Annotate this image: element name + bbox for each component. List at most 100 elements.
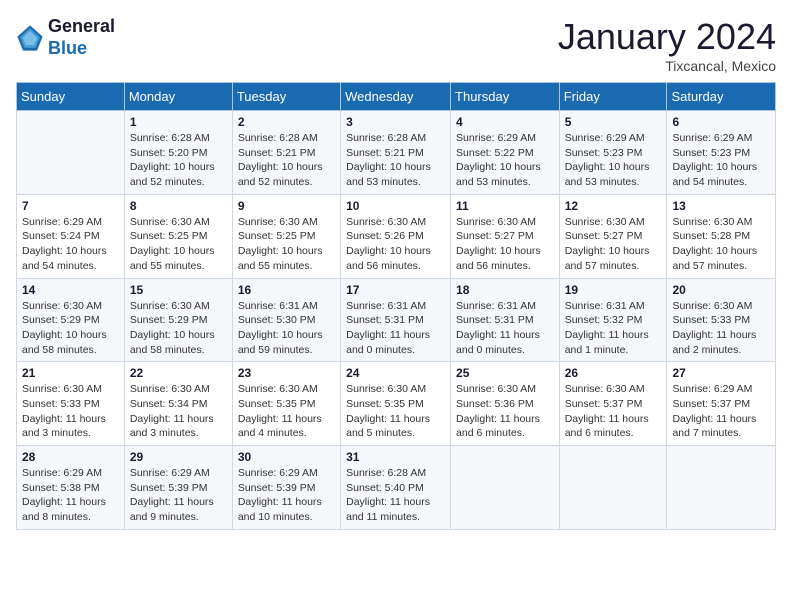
day-info: Sunrise: 6:30 AM Sunset: 5:33 PM Dayligh…	[22, 382, 119, 441]
day-number: 13	[672, 199, 770, 213]
calendar-cell: 4Sunrise: 6:29 AM Sunset: 5:22 PM Daylig…	[451, 111, 560, 195]
day-info: Sunrise: 6:30 AM Sunset: 5:26 PM Dayligh…	[346, 215, 445, 274]
logo: General Blue	[16, 16, 115, 59]
day-info: Sunrise: 6:28 AM Sunset: 5:21 PM Dayligh…	[346, 131, 445, 190]
calendar-cell: 28 Sunrise: 6:29 AM Sunset: 5:38 PM Dayli…	[17, 446, 125, 530]
calendar-cell: 16 Sunrise: 6:31 AM Sunset: 5:30 PM Dayli…	[232, 278, 340, 362]
day-number: 28	[22, 450, 119, 464]
day-info: Sunrise: 6:30 AM Sunset: 5:25 PM Dayligh…	[238, 215, 335, 274]
day-number: 12	[565, 199, 662, 213]
day-info: Sunrise: 6:28 AM Sunset: 5:40 PM Dayligh…	[346, 466, 445, 525]
weekday-header: Saturday	[667, 83, 776, 111]
weekday-header: Thursday	[451, 83, 560, 111]
day-info: Sunrise: 6:30 AM Sunset: 5:35 PM Dayligh…	[238, 382, 335, 441]
calendar-cell	[451, 446, 560, 530]
calendar-cell: 29Sunrise: 6:29 AM Sunset: 5:39 PM Dayli…	[124, 446, 232, 530]
day-info: Sunrise: 6:30 AM Sunset: 5:29 PM Dayligh…	[22, 299, 119, 358]
logo-icon	[16, 24, 44, 52]
calendar-cell: 27Sunrise: 6:29 AM Sunset: 5:37 PM Dayli…	[667, 362, 776, 446]
day-info: Sunrise: 6:29 AM Sunset: 5:23 PM Dayligh…	[672, 131, 770, 190]
day-info: Sunrise: 6:30 AM Sunset: 5:33 PM Dayligh…	[672, 299, 770, 358]
day-info: Sunrise: 6:31 AM Sunset: 5:31 PM Dayligh…	[346, 299, 445, 358]
weekday-header: Sunday	[17, 83, 125, 111]
logo-line2: Blue	[48, 38, 115, 60]
day-info: Sunrise: 6:29 AM Sunset: 5:22 PM Dayligh…	[456, 131, 554, 190]
calendar-cell: 21 Sunrise: 6:30 AM Sunset: 5:33 PM Dayli…	[17, 362, 125, 446]
calendar-cell: 3 Sunrise: 6:28 AM Sunset: 5:21 PM Daylig…	[341, 111, 451, 195]
day-info: Sunrise: 6:30 AM Sunset: 5:37 PM Dayligh…	[565, 382, 662, 441]
calendar-table: SundayMondayTuesdayWednesdayThursdayFrid…	[16, 82, 776, 530]
day-info: Sunrise: 6:30 AM Sunset: 5:35 PM Dayligh…	[346, 382, 445, 441]
month-title: January 2024	[558, 16, 776, 58]
calendar-week-row: 21 Sunrise: 6:30 AM Sunset: 5:33 PM Dayli…	[17, 362, 776, 446]
day-number: 3	[346, 115, 445, 129]
weekday-header: Friday	[559, 83, 667, 111]
day-info: Sunrise: 6:28 AM Sunset: 5:21 PM Dayligh…	[238, 131, 335, 190]
day-info: Sunrise: 6:30 AM Sunset: 5:27 PM Dayligh…	[565, 215, 662, 274]
calendar-week-row: 28 Sunrise: 6:29 AM Sunset: 5:38 PM Dayli…	[17, 446, 776, 530]
day-number: 9	[238, 199, 335, 213]
calendar-cell: 2 Sunrise: 6:28 AM Sunset: 5:21 PM Daylig…	[232, 111, 340, 195]
calendar-cell: 22Sunrise: 6:30 AM Sunset: 5:34 PM Dayli…	[124, 362, 232, 446]
weekday-header: Monday	[124, 83, 232, 111]
title-block: January 2024 Tixcancal, Mexico	[558, 16, 776, 74]
day-number: 2	[238, 115, 335, 129]
weekday-header: Wednesday	[341, 83, 451, 111]
calendar-cell: 19Sunrise: 6:31 AM Sunset: 5:32 PM Dayli…	[559, 278, 667, 362]
calendar-cell	[667, 446, 776, 530]
calendar-cell	[17, 111, 125, 195]
day-number: 24	[346, 366, 445, 380]
day-info: Sunrise: 6:30 AM Sunset: 5:25 PM Dayligh…	[130, 215, 227, 274]
calendar-cell: 24 Sunrise: 6:30 AM Sunset: 5:35 PM Dayli…	[341, 362, 451, 446]
page-header: General Blue January 2024 Tixcancal, Mex…	[16, 16, 776, 74]
calendar-cell: 5Sunrise: 6:29 AM Sunset: 5:23 PM Daylig…	[559, 111, 667, 195]
day-number: 18	[456, 283, 554, 297]
calendar-header-row: SundayMondayTuesdayWednesdayThursdayFrid…	[17, 83, 776, 111]
calendar-cell: 6 Sunrise: 6:29 AM Sunset: 5:23 PM Daylig…	[667, 111, 776, 195]
day-number: 21	[22, 366, 119, 380]
day-number: 23	[238, 366, 335, 380]
day-info: Sunrise: 6:29 AM Sunset: 5:24 PM Dayligh…	[22, 215, 119, 274]
day-info: Sunrise: 6:30 AM Sunset: 5:28 PM Dayligh…	[672, 215, 770, 274]
day-number: 29	[130, 450, 227, 464]
day-info: Sunrise: 6:31 AM Sunset: 5:30 PM Dayligh…	[238, 299, 335, 358]
calendar-cell: 15 Sunrise: 6:30 AM Sunset: 5:29 PM Dayli…	[124, 278, 232, 362]
location: Tixcancal, Mexico	[558, 58, 776, 74]
day-info: Sunrise: 6:31 AM Sunset: 5:32 PM Dayligh…	[565, 299, 662, 358]
day-info: Sunrise: 6:30 AM Sunset: 5:36 PM Dayligh…	[456, 382, 554, 441]
calendar-cell: 7Sunrise: 6:29 AM Sunset: 5:24 PM Daylig…	[17, 194, 125, 278]
day-number: 20	[672, 283, 770, 297]
day-info: Sunrise: 6:31 AM Sunset: 5:31 PM Dayligh…	[456, 299, 554, 358]
day-number: 8	[130, 199, 227, 213]
day-info: Sunrise: 6:30 AM Sunset: 5:34 PM Dayligh…	[130, 382, 227, 441]
day-number: 16	[238, 283, 335, 297]
day-number: 15	[130, 283, 227, 297]
calendar-cell: 14 Sunrise: 6:30 AM Sunset: 5:29 PM Dayli…	[17, 278, 125, 362]
day-number: 30	[238, 450, 335, 464]
day-number: 17	[346, 283, 445, 297]
calendar-week-row: 14 Sunrise: 6:30 AM Sunset: 5:29 PM Dayli…	[17, 278, 776, 362]
calendar-cell: 17 Sunrise: 6:31 AM Sunset: 5:31 PM Dayli…	[341, 278, 451, 362]
day-info: Sunrise: 6:29 AM Sunset: 5:38 PM Dayligh…	[22, 466, 119, 525]
day-info: Sunrise: 6:29 AM Sunset: 5:37 PM Dayligh…	[672, 382, 770, 441]
day-number: 11	[456, 199, 554, 213]
calendar-cell	[559, 446, 667, 530]
day-number: 26	[565, 366, 662, 380]
day-number: 31	[346, 450, 445, 464]
calendar-cell: 20 Sunrise: 6:30 AM Sunset: 5:33 PM Dayli…	[667, 278, 776, 362]
day-number: 6	[672, 115, 770, 129]
day-info: Sunrise: 6:30 AM Sunset: 5:29 PM Dayligh…	[130, 299, 227, 358]
day-info: Sunrise: 6:29 AM Sunset: 5:39 PM Dayligh…	[238, 466, 335, 525]
calendar-cell: 11Sunrise: 6:30 AM Sunset: 5:27 PM Dayli…	[451, 194, 560, 278]
day-info: Sunrise: 6:28 AM Sunset: 5:20 PM Dayligh…	[130, 131, 227, 190]
day-number: 10	[346, 199, 445, 213]
calendar-cell: 13 Sunrise: 6:30 AM Sunset: 5:28 PM Dayli…	[667, 194, 776, 278]
calendar-week-row: 1Sunrise: 6:28 AM Sunset: 5:20 PM Daylig…	[17, 111, 776, 195]
calendar-cell: 8 Sunrise: 6:30 AM Sunset: 5:25 PM Daylig…	[124, 194, 232, 278]
calendar-cell: 26 Sunrise: 6:30 AM Sunset: 5:37 PM Dayli…	[559, 362, 667, 446]
day-number: 14	[22, 283, 119, 297]
calendar-cell: 23 Sunrise: 6:30 AM Sunset: 5:35 PM Dayli…	[232, 362, 340, 446]
logo-text-block: General Blue	[48, 16, 115, 59]
weekday-header: Tuesday	[232, 83, 340, 111]
calendar-cell: 30 Sunrise: 6:29 AM Sunset: 5:39 PM Dayli…	[232, 446, 340, 530]
